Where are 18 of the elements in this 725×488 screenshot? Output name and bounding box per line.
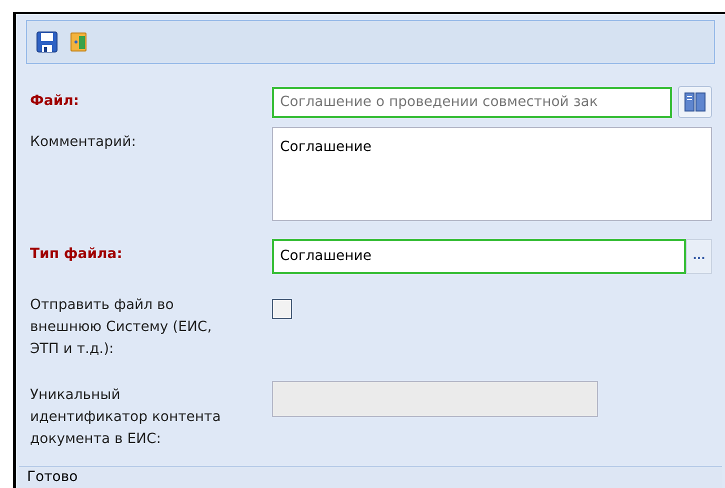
field-value: Соглашение о проведении совместной зак <box>280 92 598 112</box>
comment-field[interactable]: Соглашение <box>272 127 712 221</box>
field-label: Файл: <box>30 92 80 111</box>
book-icon <box>684 92 706 112</box>
field-value: Соглашение <box>280 247 372 266</box>
field-label: Комментарий: <box>30 133 137 152</box>
checkbox[interactable] <box>272 299 292 319</box>
browse-button[interactable] <box>678 86 712 118</box>
field-label: Тип файла: <box>30 245 124 264</box>
file-type-field[interactable]: Соглашение <box>272 239 686 274</box>
save-button[interactable] <box>35 30 59 54</box>
door-icon <box>70 31 88 53</box>
file-field[interactable]: Соглашение о проведении совместной зак <box>272 86 672 118</box>
field-value: Соглашение <box>280 139 372 155</box>
select-button[interactable]: ... <box>686 239 712 274</box>
status-text: Готово <box>27 468 78 487</box>
field-label: Уникальный идентификатор контента документа в ЕИС: <box>30 386 222 449</box>
field-label: Отправить файл во внешнюю Систему (ЕИС, ЭТП и т.д.): <box>30 296 213 359</box>
